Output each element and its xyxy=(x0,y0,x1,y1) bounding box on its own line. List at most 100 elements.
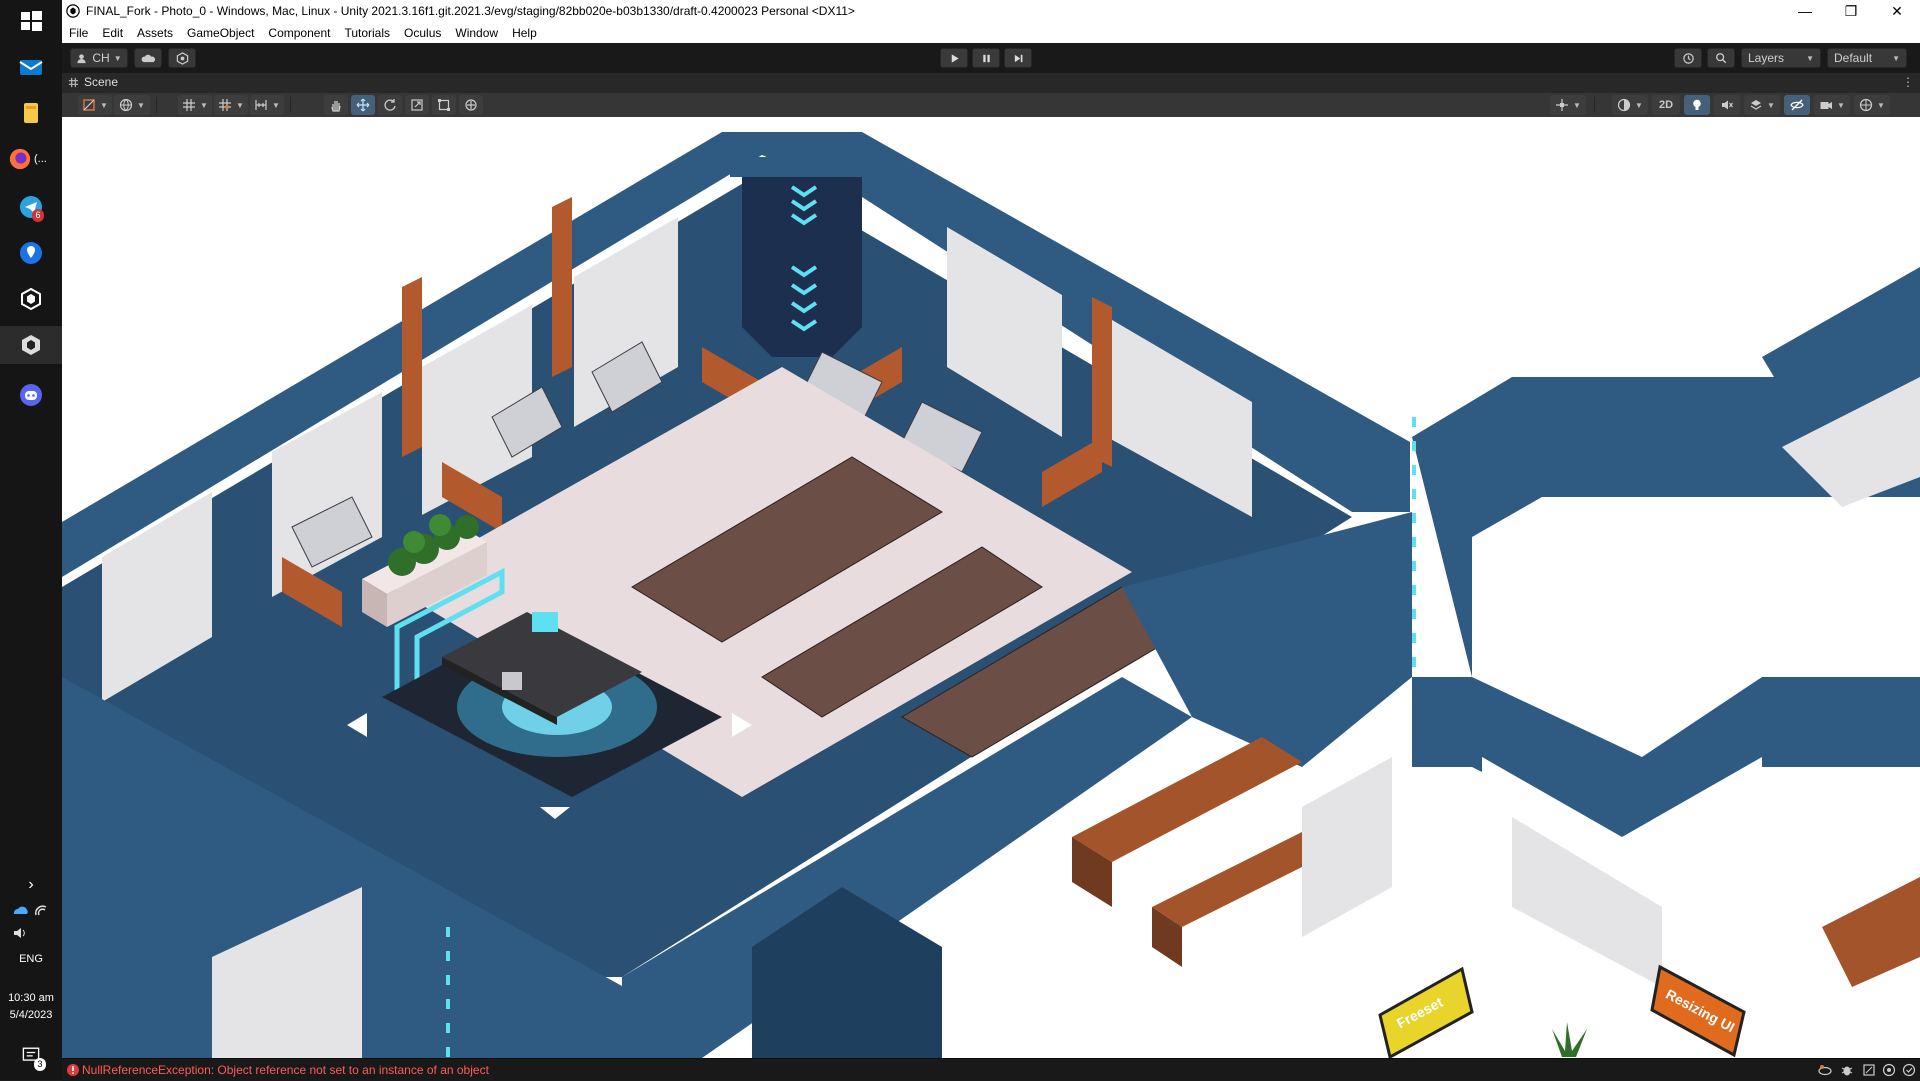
rotate-icon xyxy=(384,99,396,111)
scene-viewport[interactable]: Freeset Resizing UI xyxy=(62,117,1920,1058)
2d-mode-toggle[interactable]: 2D xyxy=(1652,95,1680,115)
camera-settings-dropdown[interactable]: ▼ xyxy=(1814,95,1850,115)
hidden-eye-icon xyxy=(1790,99,1804,111)
file-explorer-icon[interactable] xyxy=(12,94,50,132)
account-icon xyxy=(77,53,86,63)
telegram-icon[interactable]: 6 xyxy=(12,188,50,226)
play-icon xyxy=(951,53,959,63)
unity-editor-icon[interactable] xyxy=(0,326,62,364)
cache-server-icon[interactable] xyxy=(1882,1063,1896,1077)
speaker-muted-icon xyxy=(1722,100,1733,110)
menu-file[interactable]: File xyxy=(62,26,95,40)
bug-icon[interactable] xyxy=(1840,1063,1854,1077)
scene-tab-menu-icon[interactable]: ⋮ xyxy=(1902,75,1914,89)
lighting-toggle[interactable] xyxy=(1684,95,1710,115)
move-tool-button[interactable] xyxy=(351,95,375,115)
global-local-dropdown[interactable]: ▼ xyxy=(114,95,150,115)
increment-snap-icon xyxy=(255,100,267,110)
windows-start-icon[interactable] xyxy=(12,2,50,40)
firefox-taskbar-item[interactable]: (... xyxy=(8,140,58,178)
holo-device xyxy=(532,612,558,632)
gizmos-icon xyxy=(1859,98,1873,112)
window-title-bar: FINAL_Fork - Photo_0 - Windows, Mac, Lin… xyxy=(62,0,1920,22)
pause-icon xyxy=(982,54,990,62)
menu-bar: File Edit Assets GameObject Component Tu… xyxy=(62,22,1920,43)
undo-history-button[interactable] xyxy=(1674,48,1702,68)
audio-toggle[interactable] xyxy=(1714,95,1740,115)
increment-snapping-dropdown[interactable]: ▼ xyxy=(250,95,284,115)
history-icon xyxy=(1682,52,1694,64)
progress-icon[interactable] xyxy=(1862,1063,1876,1077)
scene-visibility-toggle[interactable] xyxy=(1784,95,1810,115)
shading-mode-dropdown[interactable]: ▼ xyxy=(1612,95,1648,115)
cloud-icon xyxy=(141,54,155,62)
console-error-message[interactable]: NullReferenceException: Object reference… xyxy=(82,1063,489,1077)
tray-icons xyxy=(12,902,52,918)
menu-oculus[interactable]: Oculus xyxy=(397,26,448,40)
grid-snapping-dropdown[interactable]: ▼ xyxy=(214,95,248,115)
menu-assets[interactable]: Assets xyxy=(130,26,180,40)
scale-tool-button[interactable] xyxy=(405,95,429,115)
collab-status-icon[interactable] xyxy=(1818,1063,1832,1077)
search-button[interactable] xyxy=(1707,48,1735,68)
scene-tab-label: Scene xyxy=(84,75,119,89)
menu-window[interactable]: Window xyxy=(448,26,505,40)
move-icon xyxy=(356,98,370,112)
account-label: CH xyxy=(92,51,110,65)
draw-mode-dropdown[interactable]: ▼ xyxy=(78,95,112,115)
hand-tool-button[interactable] xyxy=(324,95,348,115)
rotate-tool-button[interactable] xyxy=(378,95,402,115)
main-toolbar: CH ▼ Layers ▼ Default ▼ xyxy=(62,43,1920,74)
account-caret-icon: ▼ xyxy=(113,53,122,63)
layers-dropdown[interactable]: Layers ▼ xyxy=(1741,48,1821,68)
effects-dropdown[interactable]: ▼ xyxy=(1744,95,1780,115)
menu-component[interactable]: Component xyxy=(261,26,337,40)
grid-visibility-dropdown[interactable]: ▼ xyxy=(178,95,212,115)
menu-gameobject[interactable]: GameObject xyxy=(180,26,261,40)
step-button[interactable] xyxy=(1004,48,1032,68)
transform-tool-button[interactable] xyxy=(459,95,483,115)
layers-label: Layers xyxy=(1748,51,1785,65)
notification-center-icon[interactable]: 3 xyxy=(14,1038,48,1072)
scene-view-toolbar: ▼ ▼ ▼ ▼ ▼ ▼ ▼ 2D ▼ ▼ ▼ xyxy=(62,93,1920,118)
shaded-icon xyxy=(83,99,95,111)
layout-dropdown[interactable]: Default ▼ xyxy=(1827,48,1907,68)
layout-label: Default xyxy=(1834,51,1873,65)
rect-tool-button[interactable] xyxy=(432,95,456,115)
show-hidden-icons-chevron-icon[interactable]: › xyxy=(0,876,62,894)
gizmo-tools-dropdown[interactable]: ▼ xyxy=(1550,95,1586,115)
cloud-button[interactable] xyxy=(134,48,162,68)
menu-help[interactable]: Help xyxy=(505,26,544,40)
menu-tutorials[interactable]: Tutorials xyxy=(337,26,397,40)
collab-icon xyxy=(176,51,188,65)
unity-hub-icon[interactable] xyxy=(12,280,50,318)
collab-button[interactable] xyxy=(168,48,196,68)
maximize-button[interactable]: ❐ xyxy=(1828,0,1874,22)
language-indicator[interactable]: ENG xyxy=(0,953,62,965)
auto-generate-lighting-icon[interactable] xyxy=(1902,1063,1916,1077)
menu-edit[interactable]: Edit xyxy=(95,26,130,40)
pause-button[interactable] xyxy=(972,48,1000,68)
scene-tab[interactable]: Scene xyxy=(68,75,118,89)
grid-icon xyxy=(183,99,196,111)
scene-render: Freeset Resizing UI xyxy=(62,117,1920,1058)
window-controls: — ❐ ✕ xyxy=(1782,0,1920,22)
windows-taskbar: (... 6 › ENG 10:30 am 5/4/2023 3 xyxy=(0,0,63,1080)
close-button[interactable]: ✕ xyxy=(1874,0,1920,22)
clock-date[interactable]: 5/4/2023 xyxy=(0,1009,62,1021)
rect-transform-icon xyxy=(438,99,450,111)
clock-time[interactable]: 10:30 am xyxy=(0,992,62,1004)
status-bar: NullReferenceException: Object reference… xyxy=(62,1058,1920,1081)
minimize-button[interactable]: — xyxy=(1782,0,1828,22)
mail-icon[interactable] xyxy=(12,48,50,86)
discord-icon[interactable] xyxy=(12,376,50,414)
unity-app-icon xyxy=(66,4,80,18)
search-icon xyxy=(1716,53,1727,64)
volume-icon[interactable] xyxy=(12,925,28,944)
error-icon xyxy=(67,1064,79,1076)
maps-icon[interactable] xyxy=(12,234,50,272)
play-button[interactable] xyxy=(940,48,968,68)
account-dropdown[interactable]: CH ▼ xyxy=(70,48,128,68)
gizmos-dropdown[interactable]: ▼ xyxy=(1854,95,1890,115)
notification-badge: 3 xyxy=(34,1058,46,1071)
